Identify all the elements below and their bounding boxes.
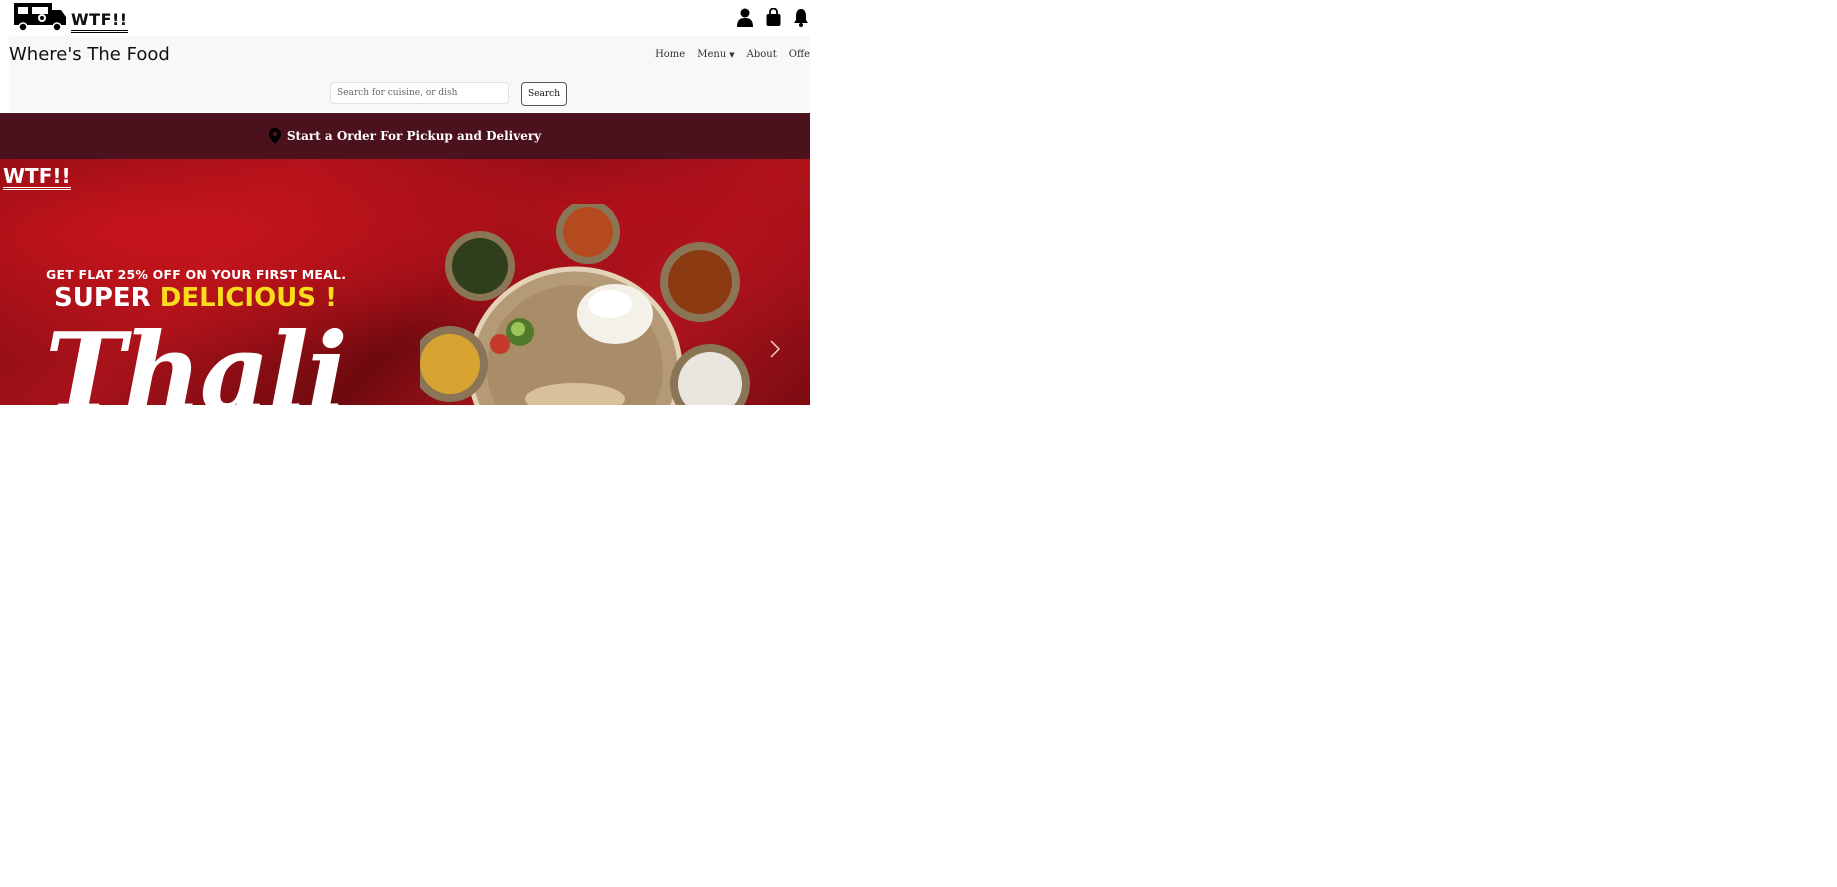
food-truck-icon [14, 3, 66, 32]
top-bar: WTF!! [0, 0, 810, 36]
tagline-highlight: DELICIOUS ! [159, 283, 337, 313]
nav-item-offers[interactable]: Offe [789, 49, 810, 60]
nav-item-menu[interactable]: Menu ▼ [697, 49, 734, 60]
brand-name: WTF!! [71, 11, 128, 33]
user-icon[interactable] [736, 6, 754, 28]
shopping-bag-icon[interactable] [764, 6, 782, 28]
chevron-down-icon: ▼ [729, 51, 735, 59]
location-pin-icon [268, 128, 281, 144]
offer-text: GET FLAT 25% OFF ON YOUR FIRST MEAL. [46, 267, 347, 282]
search-input[interactable] [330, 82, 509, 104]
hero-tagline: SUPER DELICIOUS ! [54, 283, 337, 313]
hero-title: Thali [45, 310, 348, 405]
search-form: Search [330, 82, 567, 106]
nav-item-menu-label: Menu [697, 49, 727, 60]
navbar: Where's The Food Home Menu ▼ About Offe S… [9, 36, 810, 112]
order-banner-text: Start a Order For Pickup and Delivery [286, 129, 542, 143]
search-button[interactable]: Search [521, 82, 567, 106]
thali-image [420, 204, 750, 405]
header-icons [736, 6, 810, 28]
bell-icon[interactable] [792, 6, 810, 28]
page: WTF!! Where's The Food Home Menu ▼ About … [0, 0, 810, 405]
order-banner[interactable]: Start a Order For Pickup and Delivery [0, 113, 810, 159]
tagline-prefix: SUPER [54, 283, 160, 313]
nav-item-about[interactable]: About [747, 49, 777, 60]
hero-carousel: WTF!! GET FLAT 25% OFF ON YOUR FIRST MEA… [0, 159, 810, 405]
nav-menu: Home Menu ▼ About Offe [655, 49, 810, 60]
hero-logo: WTF!! [3, 164, 71, 190]
site-logo[interactable]: WTF!! [13, 1, 128, 33]
carousel-next-arrow-icon[interactable] [762, 337, 786, 361]
nav-item-home[interactable]: Home [655, 49, 685, 60]
site-title[interactable]: Where's The Food [9, 44, 170, 65]
